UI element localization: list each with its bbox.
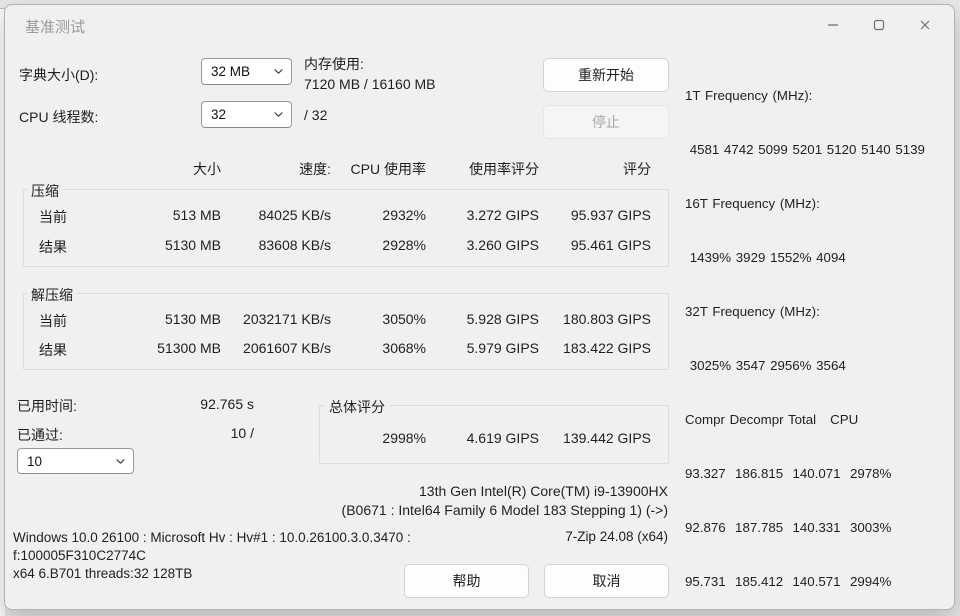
decompression-group bbox=[23, 293, 669, 370]
close-icon bbox=[919, 19, 931, 31]
table-row: 结果 51300 MB 2061607 KB/s 3068% 5.979 GIP… bbox=[5, 340, 685, 358]
row-label: 结果 bbox=[39, 342, 67, 358]
row-label: 当前 bbox=[39, 209, 67, 225]
cpu-usage-value: 3050% bbox=[382, 311, 426, 327]
rating-value: 180.803 GIPS bbox=[563, 311, 651, 327]
column-header-usage-rating: 使用率评分 bbox=[469, 161, 539, 177]
chevron-down-icon bbox=[115, 456, 126, 467]
minimize-button[interactable] bbox=[810, 5, 856, 45]
column-header-speed: 速度: bbox=[299, 161, 331, 177]
cpu-threads-total: / 32 bbox=[304, 107, 328, 123]
chevron-down-icon bbox=[273, 109, 284, 120]
window-controls bbox=[810, 5, 948, 45]
app-version: 7-Zip 24.08 (x64) bbox=[565, 529, 668, 544]
cpu-threads-value: 32 bbox=[211, 107, 227, 122]
cancel-button[interactable]: 取消 bbox=[544, 564, 669, 598]
passes-combo[interactable]: 10 bbox=[17, 448, 134, 474]
memory-usage-label: 内存使用: bbox=[304, 56, 364, 72]
table-header-row: 大小 速度: CPU 使用率 使用率评分 评分 bbox=[5, 159, 685, 177]
passes-combo-value: 10 bbox=[27, 453, 43, 469]
column-header-cpu-usage: CPU 使用率 bbox=[350, 161, 426, 177]
maximize-button[interactable] bbox=[856, 5, 902, 45]
row-label: 结果 bbox=[39, 239, 67, 255]
elapsed-time-value: 92.765 s bbox=[200, 396, 254, 412]
compression-group bbox=[23, 189, 669, 267]
usage-rating-value: 3.260 GIPS bbox=[466, 237, 539, 253]
restart-button[interactable]: 重新开始 bbox=[543, 58, 669, 92]
memory-usage-value: 7120 MB / 16160 MB bbox=[304, 76, 436, 92]
speed-value: 83608 KB/s bbox=[258, 237, 331, 253]
usage-rating-value: 5.979 GIPS bbox=[466, 340, 539, 356]
help-button[interactable]: 帮助 bbox=[404, 564, 529, 598]
system-info-line: x64 6.B701 threads:32 128TB bbox=[13, 566, 193, 581]
dictionary-size-label: 字典大小(D): bbox=[19, 67, 99, 83]
cpu-usage-value: 3068% bbox=[382, 340, 426, 356]
table-row: 当前 513 MB 84025 KB/s 2932% 3.272 GIPS 95… bbox=[5, 207, 685, 225]
freq-line: 1T Frequency (MHz): bbox=[685, 88, 813, 103]
freq-line: 92.876 187.785 140.331 3003% bbox=[685, 520, 892, 535]
elapsed-time-label: 已用时间: bbox=[17, 398, 77, 414]
rating-value: 95.937 GIPS bbox=[570, 207, 651, 223]
cpu-threads-label: CPU 线程数: bbox=[19, 109, 99, 125]
table-row: 结果 5130 MB 83608 KB/s 2928% 3.260 GIPS 9… bbox=[5, 237, 685, 255]
page-title: 基准测试 bbox=[25, 19, 86, 36]
freq-line: 95.731 185.412 140.571 2994% bbox=[685, 574, 892, 589]
row-label: 当前 bbox=[39, 313, 67, 329]
usage-rating-value: 3.272 GIPS bbox=[466, 207, 539, 223]
speed-value: 2061607 KB/s bbox=[243, 340, 331, 356]
dictionary-size-combo[interactable]: 32 MB bbox=[201, 58, 292, 85]
maximize-icon bbox=[873, 19, 885, 31]
decompression-group-label: 解压缩 bbox=[27, 285, 77, 305]
size-value: 5130 MB bbox=[164, 237, 221, 253]
size-value: 5130 MB bbox=[164, 311, 221, 327]
column-header-rating: 评分 bbox=[623, 161, 651, 177]
cpu-name: 13th Gen Intel(R) Core(TM) i9-13900HX bbox=[419, 483, 668, 499]
frequency-results-panel: 1T Frequency (MHz): 4581 4742 5099 5201 … bbox=[685, 51, 953, 609]
freq-line: 1439% 3929 1552% 4094 bbox=[685, 250, 846, 265]
usage-rating-value: 5.928 GIPS bbox=[466, 311, 539, 327]
freq-line: 32T Frequency (MHz): bbox=[685, 304, 820, 319]
compression-group-label: 压缩 bbox=[27, 181, 63, 201]
freq-line: 4581 4742 5099 5201 5120 5140 5139 bbox=[685, 142, 925, 157]
freq-line: 3025% 3547 2956% 3564 bbox=[685, 358, 846, 373]
cpu-info: 13th Gen Intel(R) Core(TM) i9-13900HX (B… bbox=[5, 482, 668, 520]
column-header-size: 大小 bbox=[193, 161, 221, 177]
cpu-usage-value: 2928% bbox=[382, 237, 426, 253]
stop-button[interactable]: 停止 bbox=[543, 105, 669, 139]
close-button[interactable] bbox=[902, 5, 948, 45]
total-usage-rating-value: 4.619 GIPS bbox=[466, 430, 539, 446]
freq-line: 93.327 186.815 140.071 2978% bbox=[685, 466, 892, 481]
chevron-down-icon bbox=[273, 66, 284, 77]
speed-value: 84025 KB/s bbox=[258, 207, 331, 223]
cpu-usage-value: 2932% bbox=[382, 207, 426, 223]
speed-value: 2032171 KB/s bbox=[243, 311, 331, 327]
system-info-line: f:100005F310C2774C bbox=[13, 548, 146, 563]
rating-value: 95.461 GIPS bbox=[570, 237, 651, 253]
total-rating-group-label: 总体评分 bbox=[325, 397, 389, 417]
table-row: 当前 5130 MB 2032171 KB/s 3050% 5.928 GIPS… bbox=[5, 311, 685, 329]
total-cpu-usage-value: 2998% bbox=[382, 430, 426, 446]
minimize-icon bbox=[827, 19, 839, 31]
benchmark-dialog: 基准测试 字典大小(D): 32 MB 内存使用: 7120 MB / 1616… bbox=[4, 4, 955, 610]
cpu-threads-combo[interactable]: 32 bbox=[201, 101, 292, 128]
freq-line: Compr Decompr Total CPU bbox=[685, 412, 859, 427]
dictionary-size-value: 32 MB bbox=[211, 64, 251, 79]
size-value: 51300 MB bbox=[157, 340, 221, 356]
rating-value: 183.422 GIPS bbox=[563, 340, 651, 356]
total-rating-row: 2998% 4.619 GIPS 139.442 GIPS bbox=[5, 430, 685, 448]
freq-line: 16T Frequency (MHz): bbox=[685, 196, 820, 211]
total-rating-value: 139.442 GIPS bbox=[563, 430, 651, 446]
size-value: 513 MB bbox=[172, 207, 221, 223]
cpu-details: (B0671 : Intel64 Family 6 Model 183 Step… bbox=[341, 502, 668, 518]
